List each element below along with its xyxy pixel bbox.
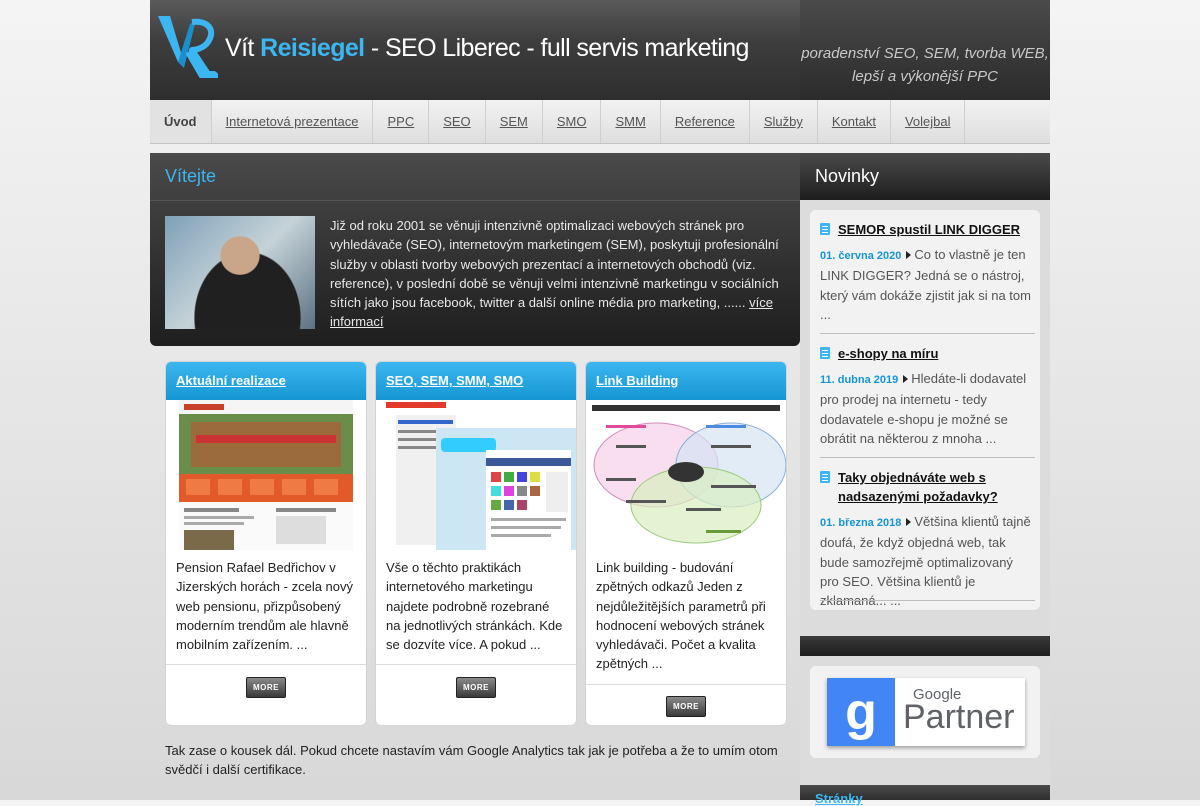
news-item: SEMOR spustil LINK DIGGER 01. června 202…	[820, 220, 1035, 324]
document-icon	[820, 471, 830, 483]
more-button[interactable]: MORE	[666, 695, 706, 717]
news-title-link[interactable]: Taky objednáváte web s nadsazenými požad…	[820, 468, 1035, 506]
card-title-link[interactable]: Link Building	[586, 362, 786, 400]
card-text: Link building - budování zpětných odkazů…	[596, 560, 766, 672]
arrow-right-icon	[906, 251, 912, 259]
vr-logo-icon[interactable]	[156, 12, 218, 78]
nav-item-volejbal[interactable]: Volejbal	[891, 100, 966, 143]
card-image-venn-diagram[interactable]	[586, 400, 786, 550]
sidebar-title: Novinky	[800, 153, 1050, 200]
news-item: e-shopy na míru 11. dubna 2019 Hledáte-li…	[820, 344, 1035, 448]
document-icon	[820, 347, 830, 359]
news-title-link[interactable]: e-shopy na míru	[820, 344, 1035, 363]
title-rest: - SEO Liberec - full servis marketing	[364, 34, 750, 62]
more-wrap: MORE	[586, 685, 786, 725]
card-text: Pension Rafael Bedřichov v Jizerských ho…	[176, 560, 354, 653]
nav-item-smm[interactable]: SMM	[601, 100, 661, 143]
author-portrait	[165, 216, 315, 329]
arrow-right-icon	[903, 375, 909, 383]
document-icon	[820, 223, 830, 235]
news-title-link[interactable]: SEMOR spustil LINK DIGGER	[820, 220, 1035, 239]
site-title[interactable]: Vít Reisiegel - SEO Liberec - full servi…	[225, 34, 749, 63]
nav-item-internetova-prezentace[interactable]: Internetová prezentace	[212, 100, 374, 143]
card-title-link[interactable]: SEO, SEM, SMM, SMO	[376, 362, 576, 400]
nav-item-ppc[interactable]: PPC	[373, 100, 430, 143]
nav-item-sluzby[interactable]: Služby	[750, 100, 818, 143]
welcome-paragraph: Již od roku 2001 se věnuji intenzivně op…	[330, 218, 779, 311]
header-tagline-panel: poradenství SEO, SEM, tvorba WEB, lepší …	[800, 0, 1050, 100]
title-first: Vít	[225, 34, 254, 62]
card-image-pension[interactable]	[166, 400, 366, 550]
nav-item-sem[interactable]: SEM	[486, 100, 543, 143]
welcome-section: Vítejte Již od roku 2001 se věnuji inten…	[150, 153, 800, 346]
google-partner-badge[interactable]: g Google Partner	[827, 678, 1025, 746]
more-button[interactable]: MORE	[246, 677, 286, 699]
news-divider	[820, 333, 1035, 334]
news-body: 01. června 2020 Co to vlastně je ten LINK…	[820, 245, 1035, 324]
sidebar-bottom-panel: Stránky	[800, 785, 1050, 806]
nav-item-kontakt[interactable]: Kontakt	[818, 100, 891, 143]
nav-item-uvod[interactable]: Úvod	[150, 100, 212, 143]
more-wrap: MORE	[376, 665, 576, 725]
news-item: Taky objednáváte web s nadsazenými požad…	[820, 468, 1035, 610]
more-wrap: MORE	[166, 665, 366, 725]
title-accent: Reisiegel	[260, 34, 365, 62]
news-date: 01. června 2020	[820, 250, 902, 262]
card-aktualni-realizace: Aktuální realizace Pension Rafael Bedřic…	[165, 361, 367, 726]
main-nav: Úvod Internetová prezentace PPC SEO SEM …	[150, 100, 1050, 144]
news-date: 11. dubna 2019	[820, 374, 899, 386]
news-body: 11. dubna 2019 Hledáte-li dodavatel pro p…	[820, 369, 1035, 448]
news-date: 01. března 2018	[820, 517, 902, 529]
sidebar: Novinky SEMOR spustil LINK DIGGER 01. če…	[800, 153, 1050, 806]
google-partner-box: g Google Partner	[810, 666, 1040, 758]
site-header: Vít Reisiegel - SEO Liberec - full servi…	[150, 0, 1050, 100]
nav-item-seo[interactable]: SEO	[429, 100, 486, 143]
google-g-icon: g	[827, 678, 895, 746]
bottom-text: Tak zase o kousek dál. Pokud chcete nast…	[165, 743, 778, 778]
nav-item-smo[interactable]: SMO	[543, 100, 602, 143]
card-title-link[interactable]: Aktuální realizace	[166, 362, 366, 400]
welcome-title: Vítejte	[165, 166, 217, 186]
welcome-text: Již od roku 2001 se věnuji intenzivně op…	[330, 216, 780, 332]
news-title-text: SEMOR spustil LINK DIGGER	[838, 222, 1021, 237]
sidebar-bottom-title[interactable]: Stránky	[815, 791, 863, 806]
news-divider	[820, 600, 1035, 601]
card-image-social[interactable]	[376, 400, 576, 550]
news-title-text: Taky objednáváte web s nadsazenými požad…	[838, 470, 998, 504]
welcome-divider	[150, 200, 800, 201]
news-box: SEMOR spustil LINK DIGGER 01. června 202…	[810, 210, 1040, 610]
tagline: poradenství SEO, SEM, tvorba WEB, lepší …	[801, 45, 1049, 85]
nav-item-reference[interactable]: Reference	[661, 100, 750, 143]
partner-word: Partner	[903, 698, 1015, 736]
news-body: 01. března 2018 Většina klientů tajně dou…	[820, 512, 1035, 610]
sidebar-divider-bar	[800, 636, 1050, 656]
more-button[interactable]: MORE	[456, 677, 496, 699]
card-link-building: Link Building Link building - budování z…	[585, 361, 787, 726]
card-seo-sem-smm-smo: SEO, SEM, SMM, SMO Vše o těchto praktiká…	[375, 361, 577, 726]
news-title-text: e-shopy na míru	[838, 346, 939, 361]
card-text: Vše o těchto praktikách internetového ma…	[386, 560, 563, 653]
arrow-right-icon	[906, 518, 912, 526]
news-divider	[820, 457, 1035, 458]
